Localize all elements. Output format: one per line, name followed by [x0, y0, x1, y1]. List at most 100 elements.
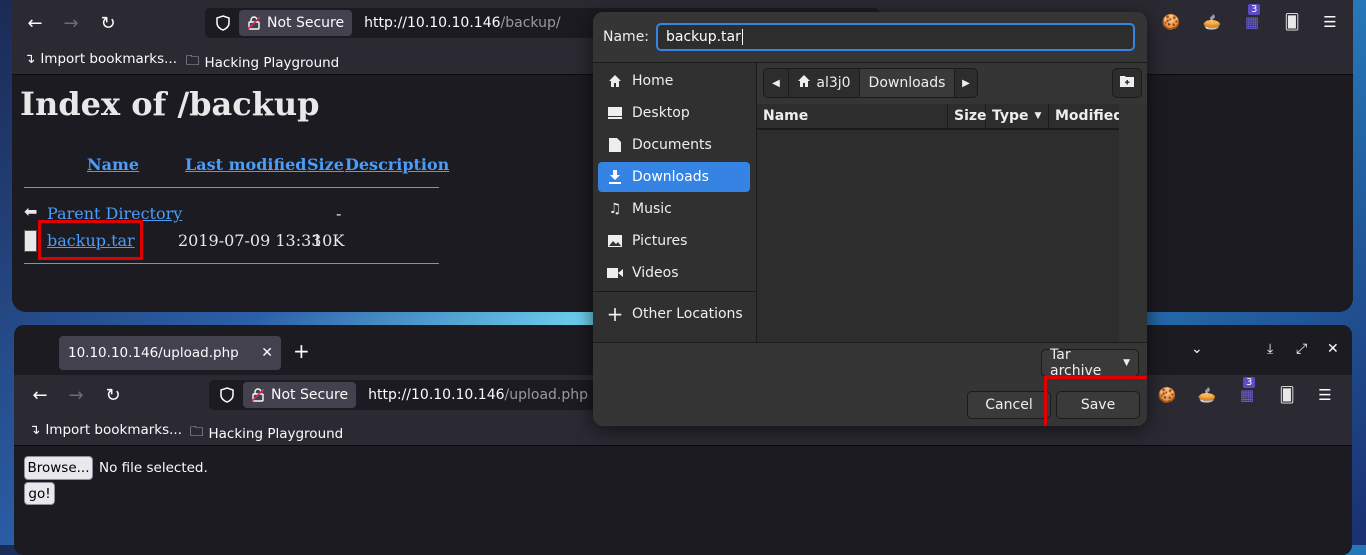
- profile-icon[interactable]: 🂠: [1280, 10, 1304, 34]
- documents-icon: [598, 138, 632, 152]
- bookmark-hacking-playground[interactable]: 🗀 Hacking Playground: [186, 51, 339, 74]
- file-list[interactable]: Name Size Type ▼ Modified: [757, 104, 1123, 342]
- import-icon: ↴: [24, 51, 36, 67]
- cancel-button[interactable]: Cancel: [967, 391, 1051, 419]
- page-title: Index of /backup: [20, 85, 320, 123]
- close-window-icon[interactable]: ✕: [1327, 341, 1339, 357]
- tab-title: 10.10.10.146/upload.php: [68, 345, 239, 361]
- tab-upload[interactable]: 10.10.10.146/upload.php ✕: [59, 336, 281, 370]
- file-icon: [24, 230, 37, 252]
- profile-icon[interactable]: 🂠: [1275, 383, 1299, 407]
- place-downloads[interactable]: Downloads: [598, 162, 750, 192]
- place-documents[interactable]: Documents: [598, 130, 750, 160]
- places-sidebar: Home Desktop Documents Downloads ♫ Music …: [593, 63, 757, 343]
- column-size[interactable]: Size: [948, 104, 987, 128]
- place-music[interactable]: ♫ Music: [598, 194, 750, 224]
- row-size: 10K: [312, 231, 345, 250]
- url-text: http://10.10.10.146/backup/: [364, 15, 561, 31]
- not-secure-badge[interactable]: Not Secure: [243, 382, 357, 408]
- column-modified[interactable]: Modified: [1049, 104, 1123, 128]
- cookie-icon[interactable]: 🍪: [1159, 10, 1183, 34]
- reload-button[interactable]: ↻: [98, 380, 128, 410]
- folder-icon: 🗀: [186, 53, 200, 69]
- not-secure-label: Not Secure: [267, 15, 345, 31]
- close-tab-icon[interactable]: ✕: [261, 345, 273, 361]
- col-last-modified[interactable]: Last modified: [185, 155, 306, 174]
- reload-button[interactable]: ↻: [93, 8, 123, 38]
- home-icon: [598, 74, 632, 88]
- save-file-dialog: Name: backup.tar Home Desktop Documents …: [593, 12, 1147, 426]
- not-secure-badge[interactable]: Not Secure: [239, 10, 353, 36]
- import-icon: ↴: [29, 422, 41, 438]
- place-videos[interactable]: Videos: [598, 258, 750, 288]
- divider: [24, 263, 439, 264]
- bookmark-import[interactable]: ↴ Import bookmarks...: [29, 422, 182, 438]
- new-folder-button[interactable]: [1112, 68, 1142, 98]
- url-bar[interactable]: Not Secure http://10.10.10.146/upload.ph…: [209, 380, 609, 410]
- column-name[interactable]: Name: [757, 104, 948, 128]
- menu-icon[interactable]: ☰: [1313, 383, 1337, 407]
- forward-button[interactable]: →: [56, 8, 86, 38]
- bookmark-hacking-playground[interactable]: 🗀 Hacking Playground: [190, 422, 343, 445]
- pictures-icon: [598, 235, 632, 247]
- col-size[interactable]: Size: [307, 155, 344, 174]
- file-status: No file selected.: [99, 460, 208, 476]
- chevron-left-icon: ◀: [772, 77, 780, 89]
- folder-icon: 🗀: [190, 424, 204, 440]
- bookmark-import[interactable]: ↴ Import bookmarks...: [24, 51, 177, 67]
- back-arrow-icon: ⬅: [24, 202, 38, 221]
- sort-down-icon: ▼: [1034, 111, 1042, 121]
- extension-icon[interactable]: 🥧: [1200, 10, 1224, 34]
- path-crumb-downloads[interactable]: Downloads: [859, 68, 955, 98]
- forward-button[interactable]: →: [61, 380, 91, 410]
- container-icon[interactable]: ▦ 3: [1235, 377, 1259, 407]
- back-button[interactable]: ←: [25, 380, 55, 410]
- place-pictures[interactable]: Pictures: [598, 226, 750, 256]
- path-back-button[interactable]: ◀: [763, 68, 789, 98]
- go-button[interactable]: go!: [24, 482, 55, 505]
- place-desktop[interactable]: Desktop: [598, 98, 750, 128]
- place-home[interactable]: Home: [598, 66, 750, 96]
- divider: [24, 187, 439, 188]
- fullscreen-icon[interactable]: ⤢: [1296, 341, 1307, 357]
- chevron-right-icon: ▶: [962, 77, 970, 89]
- broken-lock-icon: [251, 388, 265, 402]
- filename-input[interactable]: backup.tar: [656, 23, 1135, 51]
- plus-icon: +: [606, 302, 624, 326]
- page-content: Browse... No file selected. go!: [14, 446, 1352, 555]
- row-size: -: [336, 204, 342, 223]
- not-secure-label: Not Secure: [271, 387, 349, 403]
- col-description[interactable]: Description: [345, 155, 449, 174]
- download-icon: [598, 170, 632, 184]
- broken-lock-icon: [247, 16, 261, 30]
- col-name[interactable]: Name: [87, 155, 139, 174]
- path-forward-button[interactable]: ▶: [954, 68, 978, 98]
- desktop-icon: [598, 107, 632, 119]
- download-arrow-icon[interactable]: ⤓: [1267, 341, 1273, 357]
- highlight-box: [1044, 376, 1147, 426]
- extension-icon[interactable]: 🥧: [1195, 383, 1219, 407]
- place-other-locations[interactable]: + Other Locations: [598, 299, 750, 329]
- home-icon: [797, 74, 811, 92]
- back-button[interactable]: ←: [20, 8, 50, 38]
- browse-button[interactable]: Browse...: [24, 456, 93, 480]
- shield-icon: [211, 11, 235, 35]
- cookie-icon[interactable]: 🍪: [1155, 383, 1179, 407]
- path-crumb-home[interactable]: al3j0: [788, 68, 860, 98]
- column-type[interactable]: Type ▼: [986, 104, 1049, 128]
- menu-icon[interactable]: ☰: [1318, 10, 1342, 34]
- badge-count: 3: [1243, 377, 1256, 388]
- scrollbar[interactable]: [1119, 104, 1147, 342]
- text-cursor: [741, 29, 743, 45]
- file-type-filter[interactable]: Tar archive ▼: [1041, 347, 1139, 379]
- url-text: http://10.10.10.146/upload.php: [368, 387, 589, 403]
- name-label: Name:: [603, 29, 650, 45]
- new-folder-icon: [1120, 75, 1134, 91]
- music-icon: ♫: [608, 201, 622, 217]
- chevron-down-icon[interactable]: ⌄: [1191, 341, 1203, 357]
- container-icon[interactable]: ▦ 3: [1240, 4, 1264, 34]
- chevron-down-icon: ▼: [1123, 358, 1130, 368]
- new-tab-icon[interactable]: +: [293, 339, 310, 363]
- shield-icon: [215, 383, 239, 407]
- row-modified: 2019-07-09 13:33: [178, 231, 322, 250]
